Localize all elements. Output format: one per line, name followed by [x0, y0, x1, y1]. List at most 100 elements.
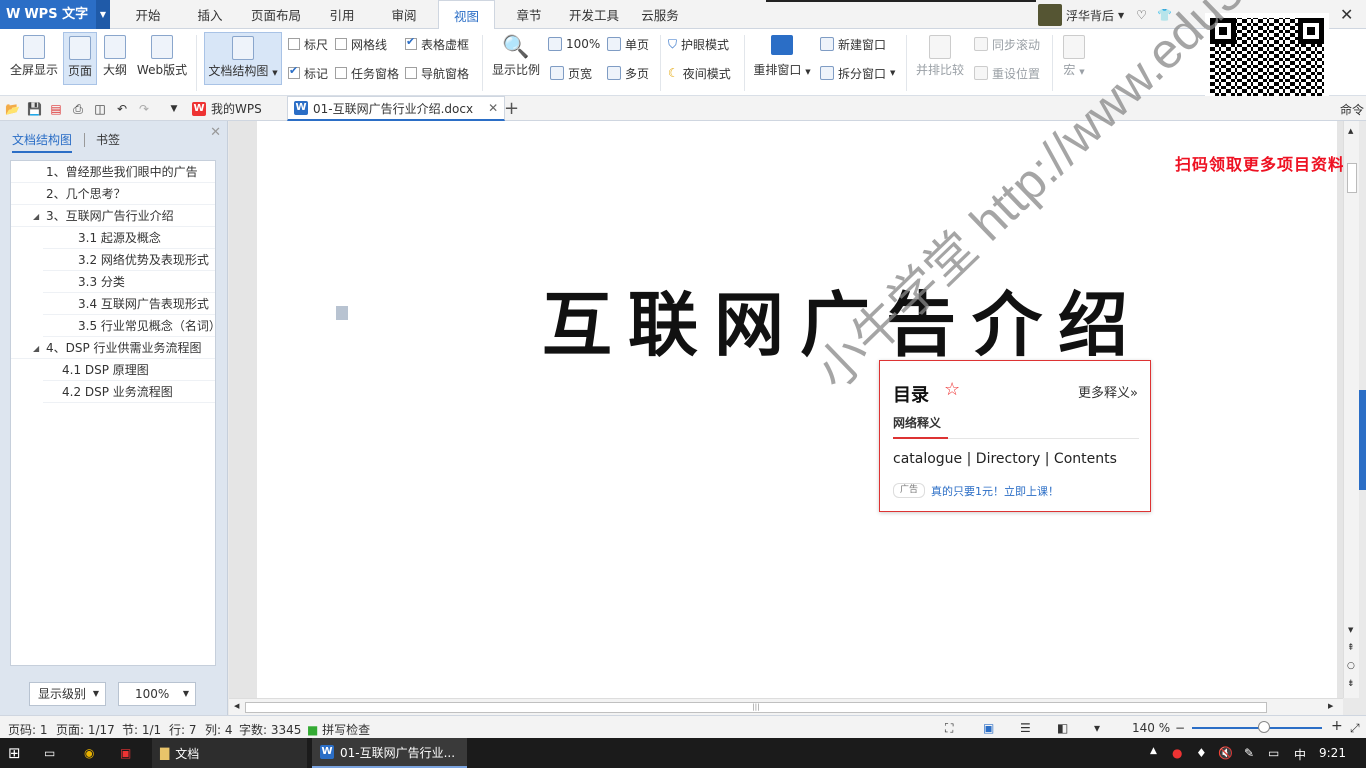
- redo-icon[interactable]: ↷: [137, 102, 151, 116]
- rearrange-window-button[interactable]: 重排窗口 ▼: [750, 35, 814, 78]
- tab-document-map[interactable]: 文档结构图: [12, 131, 73, 153]
- collapse-icon[interactable]: ◢: [33, 338, 39, 358]
- split-window-button[interactable]: 拆分窗口 ▼: [820, 64, 895, 82]
- outline-item[interactable]: 1、曾经那些我们眼中的广告: [11, 162, 215, 183]
- night-mode-button[interactable]: ☾ 夜间模式: [668, 64, 731, 82]
- zoom-100-button[interactable]: 100%: [548, 35, 600, 53]
- scroll-down-icon[interactable]: ▼: [1348, 626, 1353, 634]
- tab-page-layout[interactable]: 页面布局: [242, 0, 310, 29]
- pen-icon[interactable]: ✎: [1244, 746, 1254, 760]
- tab-chapter[interactable]: 章节: [505, 0, 553, 29]
- tray-expand-icon[interactable]: ▲: [1150, 746, 1157, 756]
- print-preview-icon[interactable]: ◫: [93, 102, 107, 116]
- tab-view[interactable]: 视图: [438, 0, 495, 30]
- prev-page-icon[interactable]: ⇞: [1347, 643, 1355, 653]
- clock[interactable]: 9:21: [1319, 746, 1346, 760]
- page-width-button[interactable]: 页宽: [550, 64, 592, 82]
- more-commands[interactable]: 命令: [1340, 101, 1364, 118]
- reset-position-button[interactable]: 重设位置: [974, 64, 1040, 82]
- tab-start[interactable]: 开始: [122, 0, 174, 29]
- chevron-down-icon[interactable]: ▼: [167, 102, 181, 116]
- page-view-button[interactable]: 页面: [63, 32, 97, 85]
- spell-check[interactable]: ■ 拼写检查: [307, 721, 370, 738]
- tab-bookmarks[interactable]: 书签: [96, 131, 120, 148]
- outline-view-icon[interactable]: ☰: [1020, 721, 1031, 735]
- zoom-slider-handle[interactable]: [1258, 721, 1270, 733]
- tab-review[interactable]: 审阅: [380, 0, 428, 29]
- select-browse-icon[interactable]: ○: [1347, 661, 1355, 671]
- avatar[interactable]: [1038, 4, 1062, 26]
- volume-icon[interactable]: 🔇: [1218, 746, 1233, 760]
- ruler-checkbox[interactable]: 标尺: [288, 35, 328, 53]
- star-icon[interactable]: ☆: [944, 379, 960, 400]
- reading-mode-icon[interactable]: ▾: [1094, 721, 1100, 735]
- nav-pane-checkbox[interactable]: 导航窗格: [405, 64, 469, 82]
- multi-page-button[interactable]: 多页: [607, 64, 649, 82]
- status-page[interactable]: 页面: 1/17: [56, 721, 115, 738]
- chevron-down-icon[interactable]: ▼: [1118, 11, 1124, 20]
- page-view-icon[interactable]: ▣: [983, 721, 994, 735]
- scroll-right-icon[interactable]: ▶: [1328, 702, 1333, 710]
- outline-item[interactable]: 3.1 起源及概念: [43, 228, 215, 249]
- new-window-button[interactable]: 新建窗口: [820, 35, 886, 53]
- marks-checkbox[interactable]: 标记: [288, 64, 328, 82]
- document-page[interactable]: 互联网广告介绍 小牛学堂 http://www.edu360.cn: [257, 0, 1342, 698]
- status-word-count[interactable]: 字数: 3345: [239, 721, 301, 738]
- document-area[interactable]: 互联网广告介绍 小牛学堂 http://www.edu360.cn: [229, 0, 1343, 698]
- user-name[interactable]: 浮华背后: [1066, 7, 1114, 24]
- outline-item[interactable]: 2、几个思考？: [11, 184, 215, 205]
- scroll-thumb[interactable]: [1347, 163, 1357, 193]
- zoom-slider[interactable]: [1192, 727, 1322, 729]
- open-icon[interactable]: 📂: [5, 102, 20, 116]
- outline-item[interactable]: 3.2 网络优势及表现形式: [43, 250, 215, 271]
- single-page-button[interactable]: 单页: [607, 35, 649, 53]
- app-button[interactable]: ▣: [112, 738, 139, 768]
- outline-item[interactable]: 3.3 分类: [43, 272, 215, 293]
- scroll-thumb[interactable]: |||: [245, 702, 1267, 713]
- level-select[interactable]: 显示级别 ▼: [29, 682, 106, 706]
- status-col[interactable]: 列: 4: [205, 721, 233, 738]
- task-view-button[interactable]: ▭: [36, 738, 63, 768]
- chrome-button[interactable]: ◉: [76, 738, 102, 768]
- fullscreen-icon[interactable]: ⛶: [945, 721, 953, 736]
- zoom-in-icon[interactable]: +: [1331, 718, 1343, 734]
- scroll-left-icon[interactable]: ◀: [234, 702, 239, 710]
- doc-tab-my-wps[interactable]: W 我的WPS: [186, 96, 268, 121]
- outline-item[interactable]: 4.2 DSP 业务流程图: [43, 382, 215, 403]
- paragraph-icon[interactable]: [336, 306, 348, 320]
- docmap-button[interactable]: 文档结构图 ▼: [204, 32, 282, 85]
- tab-insert[interactable]: 插入: [184, 0, 236, 29]
- outline-item[interactable]: 3.5 行业常见概念（名词）: [43, 316, 215, 337]
- zoom-button[interactable]: 🔍 显示比例: [488, 35, 544, 78]
- taskbar-wps[interactable]: W 01-互联网广告行业...: [312, 738, 467, 768]
- status-page-code[interactable]: 页码: 1: [8, 721, 48, 738]
- status-section[interactable]: 节: 1/1: [122, 721, 161, 738]
- horizontal-scrollbar[interactable]: ◀ ||| ▶: [229, 698, 1343, 715]
- outline-view-button[interactable]: 大纲: [99, 35, 131, 78]
- gridlines-checkbox[interactable]: 网格线: [335, 35, 387, 53]
- app-menu-button[interactable]: W WPS 文字 ▼: [0, 0, 110, 29]
- fullscreen-button[interactable]: 全屏显示: [6, 35, 62, 78]
- taskbar-folder[interactable]: ▇ 文档: [152, 738, 307, 768]
- panel-zoom-select[interactable]: 100% ▼: [118, 682, 196, 706]
- chevron-down-icon[interactable]: ▼: [96, 0, 110, 29]
- start-button[interactable]: ⊞: [0, 738, 29, 768]
- sync-scroll-button[interactable]: 同步滚动: [974, 35, 1040, 53]
- doc-tab-current[interactable]: W 01-互联网广告行业介绍.docx ✕: [287, 96, 506, 121]
- outline-item[interactable]: ◢ 4、DSP 行业供需业务流程图: [11, 338, 215, 359]
- collapse-icon[interactable]: ◢: [33, 206, 39, 226]
- next-page-icon[interactable]: ⇟: [1347, 679, 1355, 689]
- network-icon[interactable]: ▭: [1268, 746, 1279, 760]
- scroll-up-icon[interactable]: ▲: [1348, 127, 1353, 135]
- outline-item[interactable]: ◢ 3、互联网广告行业介绍: [11, 206, 215, 227]
- status-row[interactable]: 行: 7: [169, 721, 197, 738]
- close-icon[interactable]: ✕: [210, 125, 221, 140]
- zoom-percent[interactable]: 140 %: [1132, 721, 1170, 735]
- ime-indicator[interactable]: 中: [1294, 746, 1306, 763]
- table-dashed-checkbox[interactable]: 表格虚框: [405, 35, 469, 53]
- web-view-icon[interactable]: ◧: [1057, 721, 1068, 735]
- web-view-button[interactable]: Web版式: [134, 35, 190, 78]
- outline-item[interactable]: 4.1 DSP 原理图: [43, 360, 215, 381]
- task-pane-checkbox[interactable]: 任务窗格: [335, 64, 399, 82]
- save-icon[interactable]: 💾: [27, 102, 42, 116]
